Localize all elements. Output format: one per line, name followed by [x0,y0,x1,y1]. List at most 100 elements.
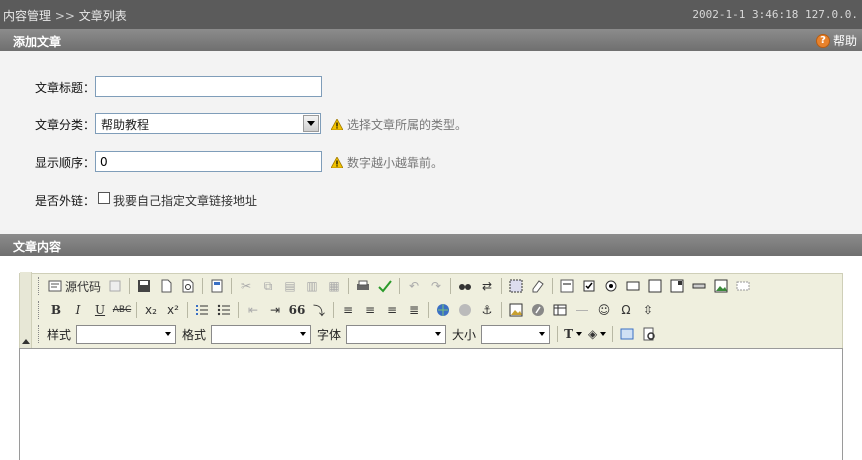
paste-icon[interactable]: ▤ [279,276,301,296]
chevron-down-icon[interactable] [303,115,319,132]
title-label: 文章标题： [35,81,96,95]
font-label: 字体 [317,327,342,342]
warning-icon [331,119,343,130]
strikethrough-button[interactable]: ABC [111,300,133,320]
print-icon[interactable] [352,276,374,296]
breadcrumb-current[interactable]: 文章列表 [79,9,127,23]
find-icon[interactable] [454,276,476,296]
templates-icon[interactable] [206,276,228,296]
breadcrumb-parent[interactable]: 内容管理 [3,9,51,23]
toolbar-grip [38,301,41,319]
anchor-icon[interactable]: ⚓ [476,300,498,320]
format-label: 格式 [182,327,207,342]
toolbar-row-2: B I U ABC x₂ x² ⇤ ⇥ 66 ⤵ ≡ ≡ ≡ ≣ ⚓ ― ☺ Ω… [38,299,659,321]
warning-icon [331,157,343,168]
image-icon[interactable] [505,300,527,320]
order-input[interactable] [95,151,322,172]
category-select[interactable]: 帮助教程 [95,113,321,134]
horizontal-rule-icon[interactable]: ― [571,300,593,320]
source-code-button[interactable]: 源代码 [45,276,104,296]
select-field-icon[interactable] [666,276,688,296]
toolbar-row-3: 样式 格式 字体 大小 T ◈ [38,323,660,345]
maximize-icon[interactable] [616,324,638,344]
bg-color-button[interactable]: ◈ [585,324,609,344]
size-label: 大小 [452,327,477,342]
image-button-icon[interactable] [710,276,732,296]
blockquote-button[interactable]: 66 [286,300,308,320]
title-input[interactable] [95,76,322,97]
page-break-icon[interactable]: ⇳ [637,300,659,320]
div-container-icon[interactable]: ⤵ [308,300,330,320]
show-blocks-icon[interactable] [638,324,660,344]
external-label: 是否外链： [35,194,96,208]
table-icon[interactable] [549,300,571,320]
bold-button[interactable]: B [45,300,67,320]
hidden-field-icon[interactable] [732,276,754,296]
button-field-icon[interactable] [688,276,710,296]
paste-word-icon[interactable]: ▦ [323,276,345,296]
italic-button[interactable]: I [67,300,89,320]
replace-icon[interactable]: ⇄ [476,276,498,296]
chevron-down-icon[interactable] [536,327,548,342]
radio-icon[interactable] [600,276,622,296]
outdent-icon[interactable]: ⇤ [242,300,264,320]
toolbar-grip [38,325,41,343]
style-label: 样式 [47,327,72,342]
ordered-list-icon[interactable] [191,300,213,320]
superscript-button[interactable]: x² [162,300,184,320]
chevron-down-icon[interactable] [297,327,309,342]
content-section-title: 文章内容 [13,240,62,254]
article-form: 文章标题： 文章分类： 帮助教程 选择文章所属的类型。 显示顺序： 数字越小越靠… [0,51,862,234]
chevron-down-icon[interactable] [162,327,174,342]
help-button[interactable]: ? 帮助 [815,32,857,49]
breadcrumb: 内容管理 >> 文章列表 [3,7,127,24]
link-icon[interactable] [432,300,454,320]
save-icon[interactable] [133,276,155,296]
textfield-icon[interactable] [622,276,644,296]
source-icon [48,280,62,292]
format-combo[interactable] [211,324,312,344]
align-right-icon[interactable]: ≡ [381,300,403,320]
editor-content-area[interactable] [19,348,843,460]
align-left-icon[interactable]: ≡ [337,300,359,320]
category-hint: 选择文章所属的类型。 [331,116,467,133]
toolbar-row-1: 源代码 ✂ ⧉ ▤ ▥ ▦ ↶ ↷ ⇄ [38,275,754,297]
textarea-icon[interactable] [644,276,666,296]
text-color-button[interactable]: T [561,324,585,344]
underline-button[interactable]: U [89,300,111,320]
form-icon[interactable] [556,276,578,296]
help-label: 帮助 [832,34,857,48]
font-combo[interactable] [346,324,447,344]
align-center-icon[interactable]: ≡ [359,300,381,320]
external-checkbox-label[interactable]: 我要自己指定文章链接地址 [113,192,257,209]
checkbox-icon[interactable] [578,276,600,296]
add-article-header: 添加文章 ? 帮助 [0,29,862,51]
indent-icon[interactable]: ⇥ [264,300,286,320]
print-preview-icon[interactable] [177,276,199,296]
title-row: 文章标题： [0,76,862,98]
chevron-down-icon[interactable] [432,327,444,342]
copy-icon[interactable]: ⧉ [257,276,279,296]
new-page-icon[interactable] [155,276,177,296]
remove-format-icon[interactable] [527,276,549,296]
align-justify-icon[interactable]: ≣ [403,300,425,320]
size-combo[interactable] [481,324,551,344]
redo-icon[interactable]: ↷ [425,276,447,296]
select-all-icon[interactable] [505,276,527,296]
paste-text-icon[interactable]: ▥ [301,276,323,296]
undo-icon[interactable]: ↶ [403,276,425,296]
external-checkbox[interactable] [98,192,110,204]
spellcheck-icon[interactable] [374,276,396,296]
style-combo[interactable] [76,324,177,344]
special-char-icon[interactable]: Ω [615,300,637,320]
smiley-icon[interactable]: ☺ [593,300,615,320]
flash-icon[interactable] [527,300,549,320]
toolbar-collapse-handle[interactable] [20,272,32,348]
order-row: 显示顺序： 数字越小越靠前。 [0,151,862,173]
unlink-icon[interactable] [454,300,476,320]
preview-icon[interactable] [104,276,126,296]
cut-icon[interactable]: ✂ [235,276,257,296]
bullet-list-icon[interactable] [213,300,235,320]
subscript-button[interactable]: x₂ [140,300,162,320]
text-color-icon: T [564,327,573,341]
